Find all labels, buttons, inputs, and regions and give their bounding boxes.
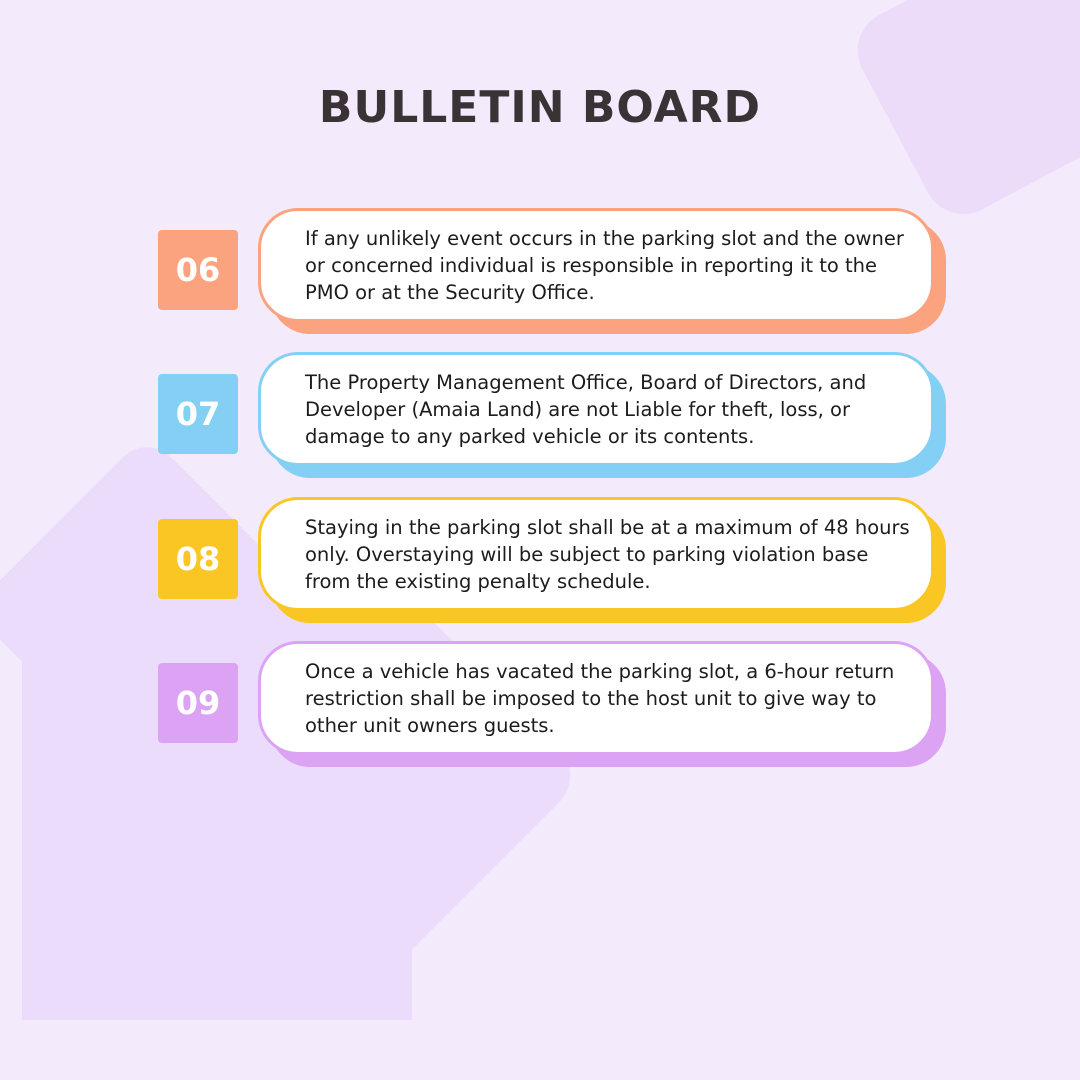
bulletin-text: Staying in the parking slot shall be at … <box>305 515 910 593</box>
bulletin-text: The Property Management Office, Board of… <box>305 370 867 448</box>
bulletin-card: Once a vehicle has vacated the parking s… <box>258 641 934 755</box>
bulletin-item-08: 08 Staying in the parking slot shall be … <box>0 497 1080 627</box>
bulletin-card: Staying in the parking slot shall be at … <box>258 497 934 611</box>
bulletin-card: If any unlikely event occurs in the park… <box>258 208 934 322</box>
bulletin-card: The Property Management Office, Board of… <box>258 352 934 466</box>
item-number-badge: 06 <box>158 230 238 310</box>
bulletin-text: If any unlikely event occurs in the park… <box>305 226 904 304</box>
bulletin-text: Once a vehicle has vacated the parking s… <box>305 659 895 737</box>
bulletin-item-07: 07 The Property Management Office, Board… <box>0 352 1080 482</box>
item-number-badge: 08 <box>158 519 238 599</box>
bulletin-item-09: 09 Once a vehicle has vacated the parkin… <box>0 641 1080 771</box>
page-title: BULLETIN BOARD <box>318 82 762 133</box>
item-number-badge: 09 <box>158 663 238 743</box>
bulletin-item-06: 06 If any unlikely event occurs in the p… <box>0 208 1080 338</box>
item-number-badge: 07 <box>158 374 238 454</box>
